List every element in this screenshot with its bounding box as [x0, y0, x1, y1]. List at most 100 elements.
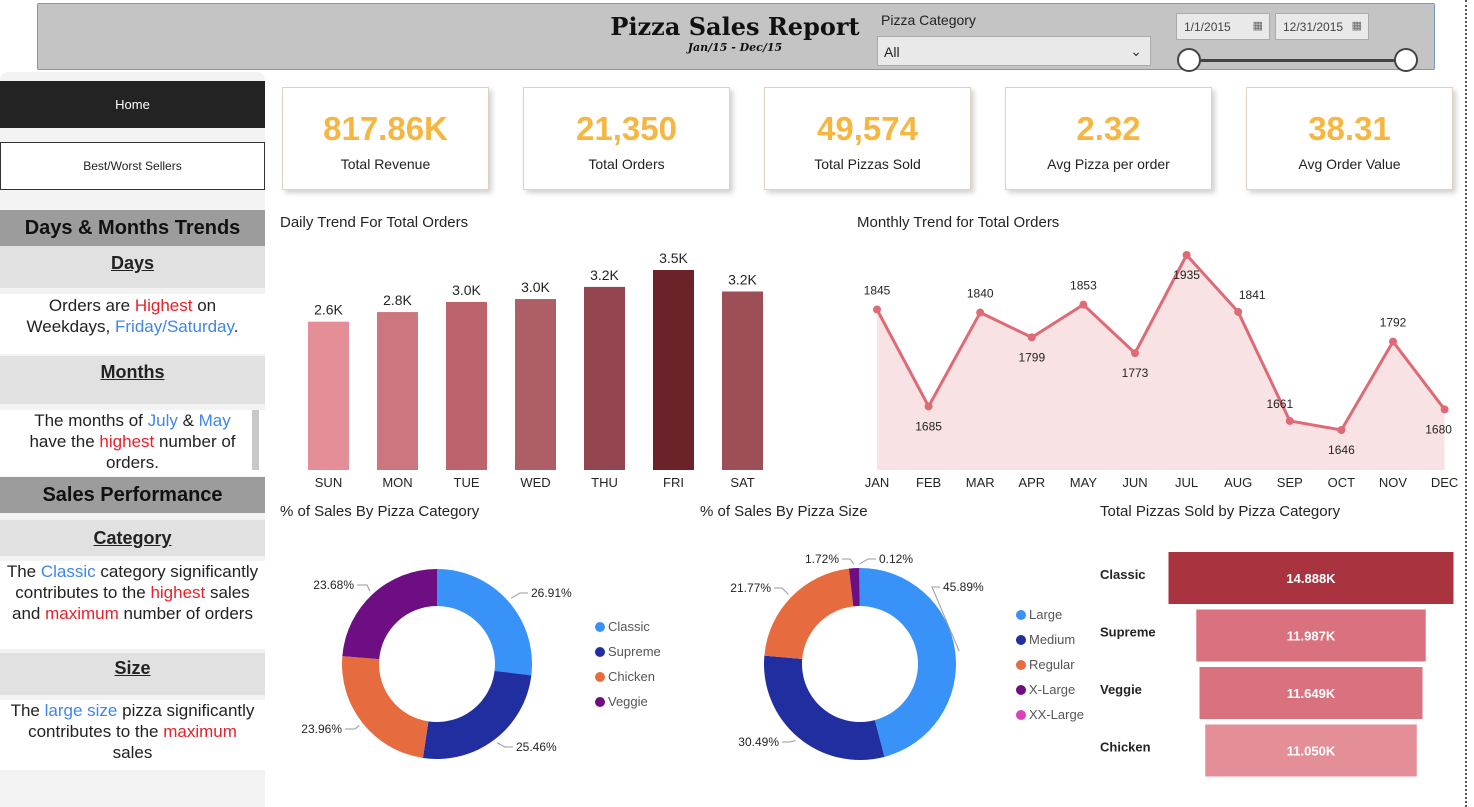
sales-by-category-donut[interactable]: 26.91% 25.46% 23.96% 23.68%	[280, 530, 580, 800]
leader-line	[345, 725, 360, 730]
data-point-may	[1079, 300, 1088, 309]
kpi-label: Total Pizzas Sold	[814, 156, 921, 172]
kpi-card-total-pizzas-sold: 49,574 Total Pizzas Sold	[764, 87, 971, 190]
legend-item[interactable]: Medium	[1016, 627, 1084, 652]
legend-item[interactable]: Chicken	[595, 664, 661, 689]
sales-by-category-title: % of Sales By Pizza Category	[280, 503, 480, 520]
slice-veggie	[342, 569, 437, 660]
kpi-value: 49,574	[817, 110, 918, 147]
x-tick-label: JUL	[1175, 475, 1198, 490]
legend-label: Veggie	[608, 694, 648, 709]
slider-start-handle[interactable]	[1177, 48, 1201, 72]
legend-swatch	[595, 696, 605, 707]
legend-swatch	[1016, 634, 1026, 645]
slice-data-label: 26.91%	[531, 586, 572, 600]
report-title: Pizza Sales Report	[610, 12, 860, 41]
nav-best-worst-button[interactable]: Best/Worst Sellers	[0, 142, 265, 190]
pizza-category-dropdown[interactable]: All ⌄	[877, 36, 1151, 66]
days-note: Orders are Highest on Weekdays, Friday/S…	[0, 294, 265, 354]
date-range-slider[interactable]	[1190, 59, 1408, 62]
x-tick-label: MAY	[1070, 475, 1098, 490]
point-data-label: 1773	[1122, 366, 1149, 380]
x-tick-label: MON	[382, 475, 412, 490]
legend-label: XX-Large	[1029, 707, 1084, 722]
funnel-data-label: 11.050K	[1287, 744, 1336, 759]
leader-line	[496, 742, 513, 748]
legend-label: Supreme	[608, 644, 661, 659]
bar-tue	[446, 301, 487, 470]
kpi-value: 817.86K	[323, 110, 448, 147]
kpi-label: Total Revenue	[340, 156, 431, 172]
bar-data-label: 3.0K	[452, 282, 481, 298]
funnel-category-label: Chicken	[1100, 740, 1151, 755]
point-data-label: 1680	[1425, 422, 1452, 436]
x-tick-label: DEC	[1431, 475, 1458, 490]
x-tick-label: FEB	[916, 475, 941, 490]
category-heading: Category	[0, 520, 265, 556]
report-subtitle: Jan/15 - Dec/15	[687, 41, 783, 54]
data-point-nov	[1389, 337, 1397, 346]
x-tick-label: NOV	[1379, 475, 1408, 490]
kpi-label: Avg Order Value	[1298, 156, 1401, 172]
legend-item[interactable]: Classic	[595, 614, 661, 639]
x-tick-label: SEP	[1277, 475, 1303, 490]
legend-swatch	[1016, 709, 1026, 720]
kpi-card-total-orders: 21,350 Total Orders	[523, 87, 730, 190]
legend-swatch	[595, 646, 605, 657]
sidebar-scrollbar[interactable]	[252, 410, 259, 470]
funnel-data-label: 11.987K	[1287, 629, 1336, 644]
legend-label: Medium	[1029, 632, 1076, 647]
point-data-label: 1853	[1070, 279, 1097, 293]
start-date-value: 1/1/2015	[1184, 20, 1231, 34]
bar-sat	[722, 291, 763, 470]
pizzas-sold-funnel-chart[interactable]: 14.888K Classic 11.987K Supreme 11.649K Veggi…	[1095, 540, 1460, 790]
slice-data-label: 23.68%	[313, 578, 354, 592]
months-heading: Months	[0, 356, 265, 404]
x-tick-label: SAT	[730, 475, 754, 490]
start-date-input[interactable]: 1/1/2015 ▦	[1176, 13, 1270, 40]
legend-item[interactable]: X-Large	[1016, 677, 1084, 702]
size-note: The large size pizza significantly contr…	[0, 700, 265, 770]
legend-swatch	[1016, 684, 1026, 695]
bar-wed	[515, 299, 556, 470]
legend-item[interactable]: XX-Large	[1016, 702, 1084, 727]
end-date-input[interactable]: 12/31/2015 ▦	[1275, 13, 1369, 40]
x-tick-label: OCT	[1328, 475, 1356, 490]
legend-label: Regular	[1029, 657, 1075, 672]
legend-swatch	[595, 671, 605, 682]
data-point-jan	[873, 305, 881, 314]
sales-by-size-donut[interactable]: 45.89% 30.49% 21.77% 1.72% 0.12%	[700, 530, 1000, 800]
leader-line	[510, 592, 528, 599]
legend-item[interactable]: Veggie	[595, 689, 661, 714]
legend-item[interactable]: Large	[1016, 602, 1084, 627]
x-tick-label: WED	[520, 475, 550, 490]
category-note: The Classic category significantly contr…	[0, 561, 265, 649]
legend-swatch	[1016, 659, 1026, 670]
monthly-trend-chart[interactable]: 1845 JAN 1685 FEB 1840 MAR 1799 APR 1853 MAY 1773 J…	[855, 240, 1460, 495]
slice-data-label: 25.46%	[516, 740, 557, 754]
bar-data-label: 2.6K	[314, 302, 343, 318]
kpi-value: 2.32	[1076, 110, 1141, 147]
end-date-value: 12/31/2015	[1283, 20, 1344, 34]
legend-swatch	[1016, 609, 1026, 620]
leader-line	[782, 740, 796, 743]
slice-data-label: 0.12%	[879, 552, 913, 566]
x-tick-label: SUN	[315, 475, 342, 490]
point-data-label: 1661	[1266, 397, 1293, 411]
legend-item[interactable]: Regular	[1016, 652, 1084, 677]
slider-end-handle[interactable]	[1394, 48, 1418, 72]
area-fill	[877, 255, 1445, 470]
x-tick-label: JUN	[1122, 475, 1147, 490]
nav-home-button[interactable]: Home	[0, 81, 265, 128]
point-data-label: 1935	[1173, 268, 1200, 282]
kpi-card-total-revenue: 817.86K Total Revenue	[282, 87, 489, 190]
bar-data-label: 3.5K	[659, 250, 688, 266]
slice-regular	[764, 568, 854, 659]
legend-item[interactable]: Supreme	[595, 639, 661, 664]
daily-trend-chart[interactable]: 2.6K SUN 2.8K MON 3.0K TUE 3.0K WED 3.2K THU 3.5K F…	[280, 240, 780, 495]
calendar-icon: ▦	[1351, 20, 1362, 32]
bar-data-label: 2.8K	[383, 292, 412, 308]
leader-line	[859, 558, 876, 565]
legend-label: Classic	[608, 619, 650, 634]
data-point-apr	[1027, 333, 1036, 342]
